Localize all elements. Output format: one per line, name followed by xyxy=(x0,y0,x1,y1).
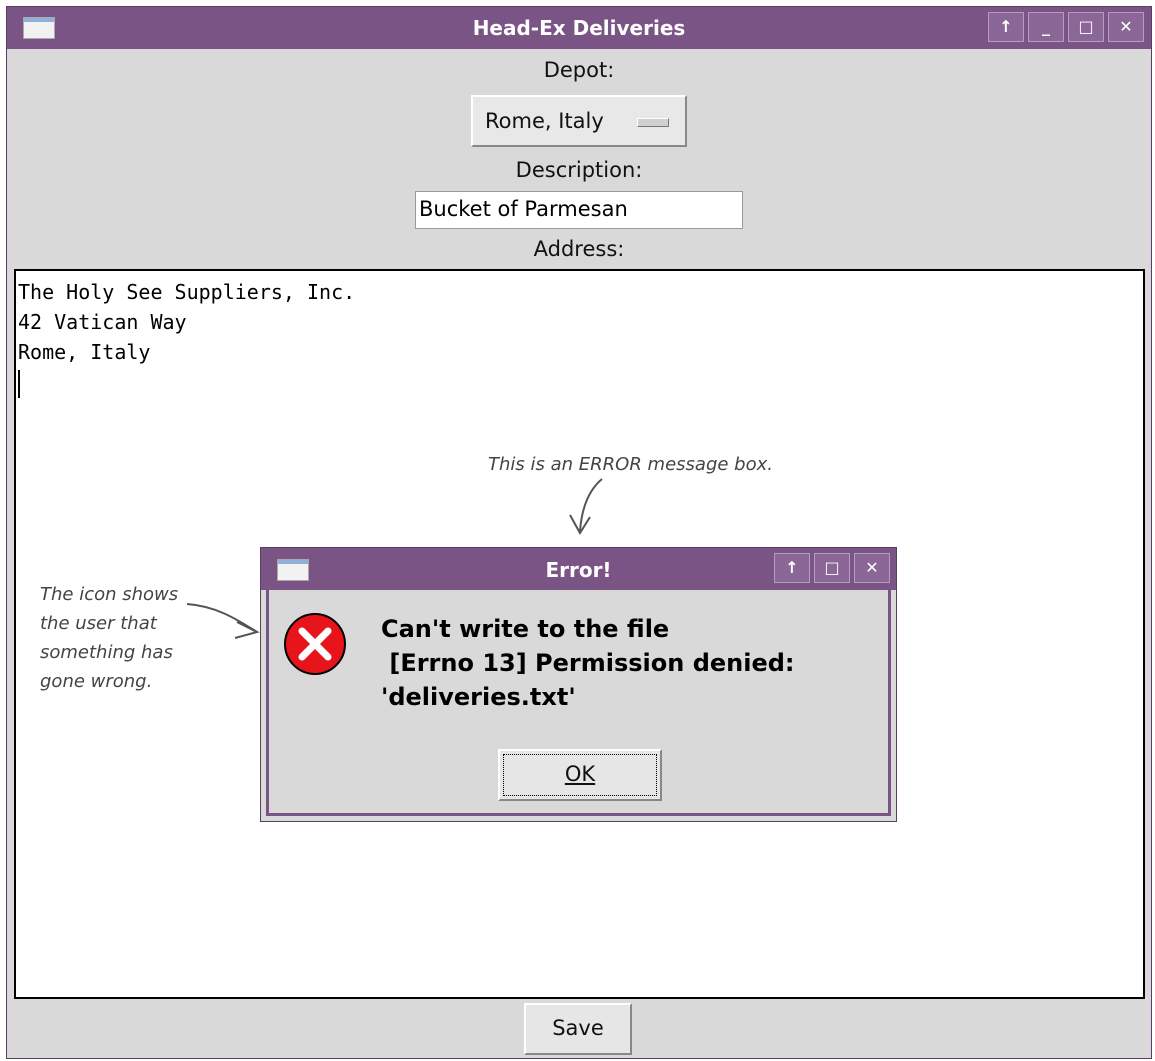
annotation-error-box: This is an ERROR message box. xyxy=(488,454,773,475)
close-button[interactable]: ✕ xyxy=(1108,12,1144,42)
ok-button[interactable]: OK xyxy=(498,749,662,801)
annotation-icon-note: The icon shows the user that something h… xyxy=(40,580,178,696)
annotation-arrow-down-icon xyxy=(569,478,603,535)
depot-value: Rome, Italy xyxy=(485,109,604,133)
dialog-title-bar[interactable]: Error! ↑ □ ✕ xyxy=(261,548,896,590)
annotation-line: gone wrong. xyxy=(40,671,153,692)
error-message-line: Can't write to the file xyxy=(381,615,670,643)
error-message: Can't write to the file [Errno 13] Permi… xyxy=(381,612,881,714)
address-label: Address: xyxy=(533,237,625,261)
text-caret xyxy=(18,369,20,398)
address-line: Rome, Italy xyxy=(18,340,151,364)
error-dialog: Error! ↑ □ ✕ Can't write to the file [Er… xyxy=(260,547,897,822)
dialog-window-controls: ↑ □ ✕ xyxy=(770,553,890,583)
minimize-button[interactable]: _ xyxy=(1028,12,1064,42)
address-line: 42 Vatican Way xyxy=(18,310,187,334)
error-x-icon xyxy=(284,613,346,675)
dialog-raise-button[interactable]: ↑ xyxy=(774,553,810,583)
raise-button[interactable]: ↑ xyxy=(988,12,1024,42)
depot-label: Depot: xyxy=(543,58,615,82)
address-line: The Holy See Suppliers, Inc. xyxy=(18,280,356,304)
window-controls: ↑ _ □ ✕ xyxy=(984,12,1144,42)
annotation-line: something has xyxy=(40,642,173,663)
description-input[interactable]: Bucket of Parmesan xyxy=(415,191,743,229)
title-bar[interactable]: Head-Ex Deliveries ↑ _ □ ✕ xyxy=(7,7,1151,49)
error-message-line: 'deliveries.txt' xyxy=(381,683,576,711)
dialog-maximize-button[interactable]: □ xyxy=(814,553,850,583)
annotation-line: the user that xyxy=(40,613,157,634)
window-title: Head-Ex Deliveries xyxy=(472,16,686,40)
error-message-line: [Errno 13] Permission denied: xyxy=(381,649,795,677)
maximize-button[interactable]: □ xyxy=(1068,12,1104,42)
dialog-close-button[interactable]: ✕ xyxy=(854,553,890,583)
depot-option-menu[interactable]: Rome, Italy xyxy=(471,95,687,147)
annotation-line: The icon shows xyxy=(40,584,179,605)
annotation-arrow-right-icon xyxy=(186,603,260,639)
ok-label: OK xyxy=(564,762,596,786)
description-label: Description: xyxy=(515,158,643,182)
save-button[interactable]: Save xyxy=(524,1003,632,1055)
option-menu-indicator-icon xyxy=(637,118,669,127)
